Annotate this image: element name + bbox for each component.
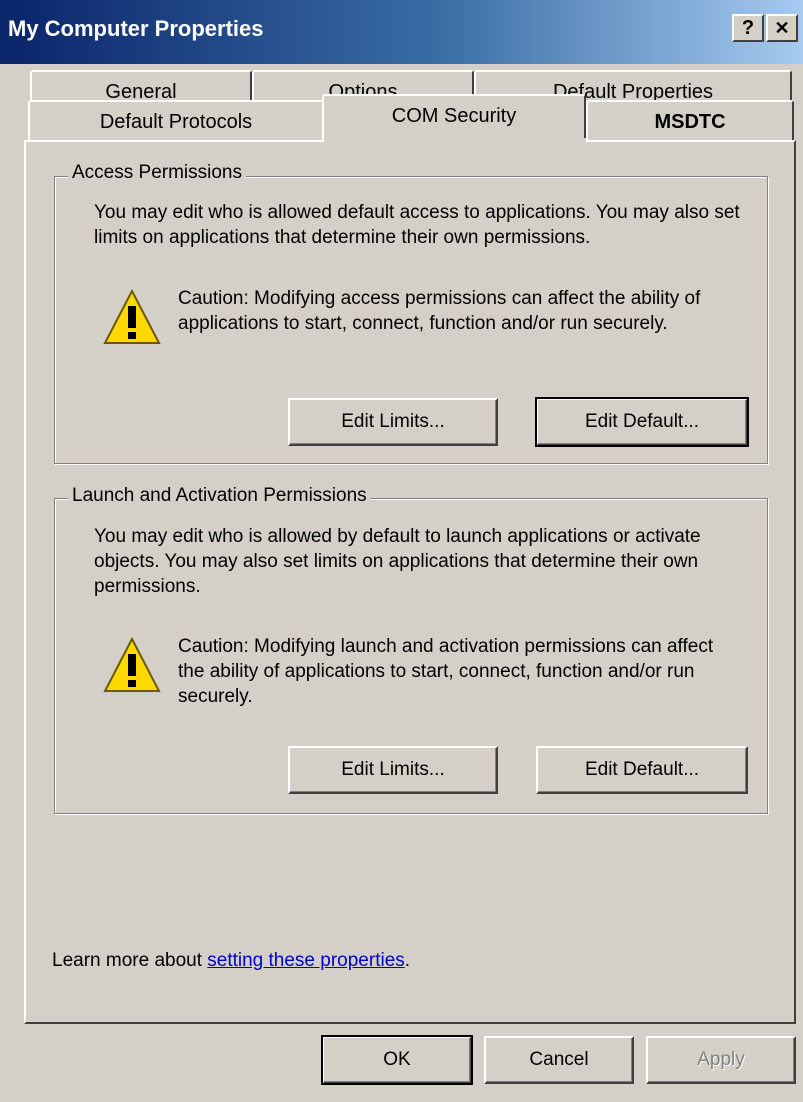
learn-more-text: Learn more about setting these propertie… (52, 948, 410, 973)
learn-more-suffix: . (404, 950, 411, 971)
window-title: My Computer Properties (8, 16, 264, 41)
active-tab-joint (324, 138, 586, 144)
launch-permissions-legend: Launch and Activation Permissions (68, 485, 371, 507)
launch-description: You may edit who is allowed by default t… (94, 526, 701, 597)
launch-edit-default-button[interactable]: Edit Default... (536, 746, 748, 794)
access-caution: Caution: Modifying access permissions ca… (178, 288, 701, 334)
access-edit-limits-button[interactable]: Edit Limits... (288, 398, 498, 446)
launch-caution: Caution: Modifying launch and activation… (178, 636, 714, 707)
launch-edit-limits-button[interactable]: Edit Limits... (288, 746, 498, 794)
apply-button[interactable]: Apply (646, 1036, 796, 1084)
tab-com-security[interactable]: COM Security (322, 94, 586, 142)
title-bar[interactable]: My Computer Properties ? ✕ (0, 0, 803, 64)
cancel-button[interactable]: Cancel (484, 1036, 634, 1084)
tab-default-protocols[interactable]: Default Protocols (28, 100, 324, 142)
access-description: You may edit who is allowed default acce… (94, 202, 740, 248)
access-edit-default-button[interactable]: Edit Default... (535, 397, 749, 447)
close-button[interactable]: ✕ (766, 14, 798, 42)
access-permissions-legend: Access Permissions (68, 162, 246, 184)
tab-msdtc[interactable]: MSDTC (586, 100, 794, 142)
learn-more-link[interactable]: setting these properties (207, 950, 405, 971)
warning-triangle-icon (103, 288, 161, 344)
ok-button[interactable]: OK (321, 1035, 473, 1085)
learn-more-prefix: Learn more about (52, 950, 208, 971)
help-button[interactable]: ? (732, 14, 764, 42)
warning-triangle-icon (103, 636, 161, 692)
